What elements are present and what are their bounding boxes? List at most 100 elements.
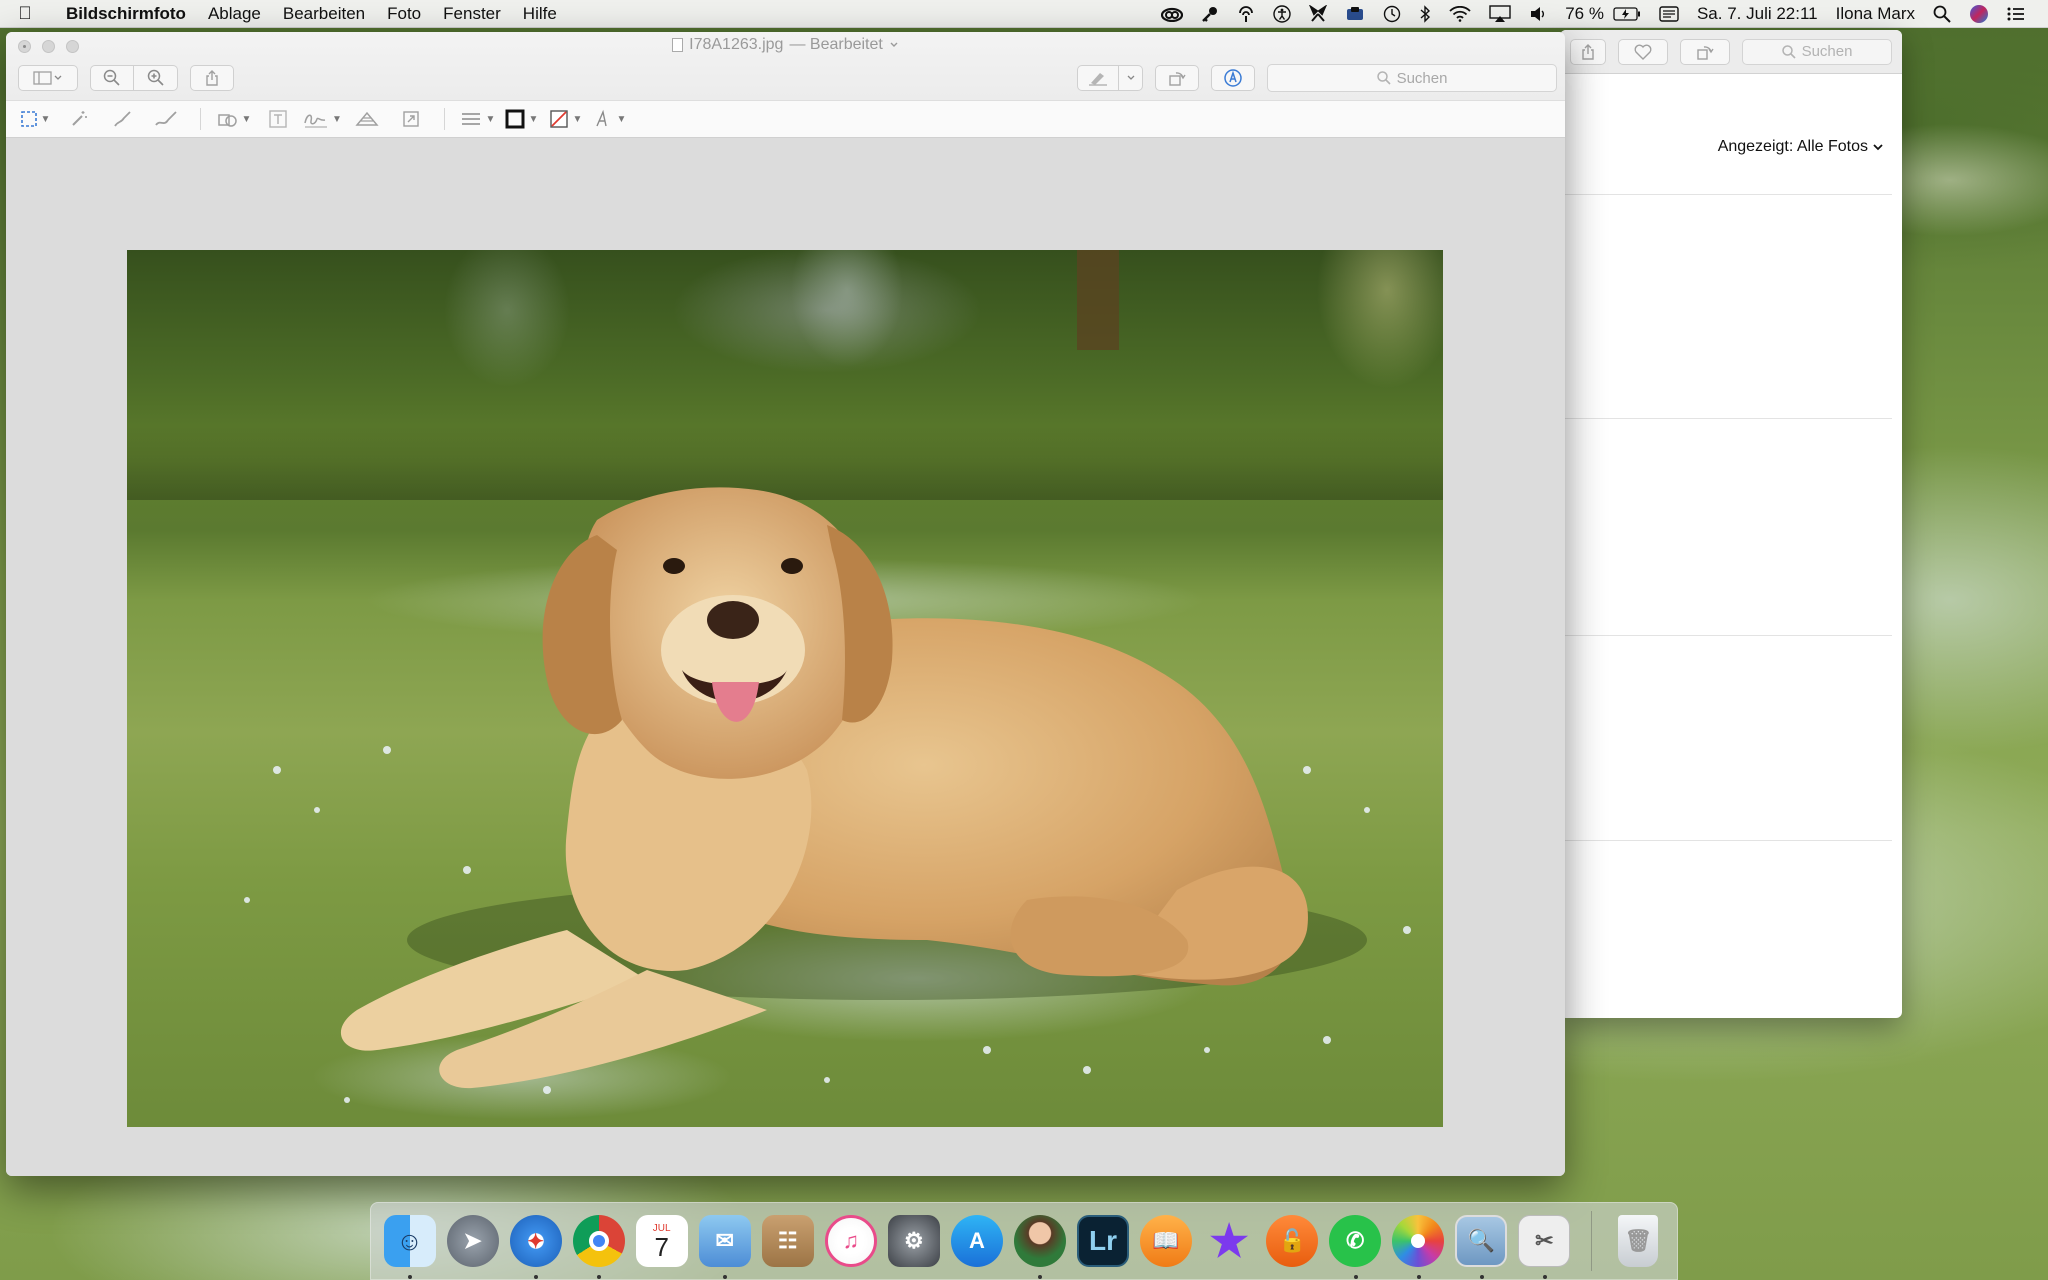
photos-rotate-button[interactable] (1680, 38, 1730, 65)
shape-style-tool[interactable]: ▼ (459, 104, 497, 134)
adjust-color-icon (355, 111, 379, 126)
dock-chrome[interactable] (570, 1212, 627, 1279)
dock-imovie[interactable]: ★ (1201, 1212, 1258, 1270)
toolbar-divider (443, 108, 445, 130)
running-indicator (1416, 1275, 1421, 1279)
gear-puzzle-icon[interactable] (1300, 4, 1336, 23)
dog-photo[interactable] (127, 250, 1443, 1127)
font-style-icon (596, 109, 608, 127)
wifi-icon[interactable] (1440, 5, 1480, 22)
menubar-user-name[interactable]: Ilona Marx (1827, 4, 1924, 24)
dock-app-store[interactable]: A (948, 1212, 1005, 1270)
time-machine-icon[interactable] (1374, 5, 1410, 23)
fill-color-tool[interactable]: ▼ (547, 104, 585, 134)
menu-ablage[interactable]: Ablage (197, 4, 272, 24)
sign-tool[interactable]: ▼ (303, 104, 342, 134)
bluetooth-icon[interactable] (1410, 4, 1440, 23)
menubar-clock[interactable]: Sa. 7. Juli 22:11 (1688, 4, 1827, 24)
preview-window: I78A1263.jpg — Bearbeitet Suchen ▼ ▼ ▼ ▼… (6, 32, 1565, 1176)
zoom-in-button[interactable] (134, 65, 178, 91)
creative-cloud-icon[interactable] (1152, 6, 1192, 22)
sketch-tool[interactable] (104, 104, 142, 134)
text-style-tool[interactable]: ▼ (591, 104, 629, 134)
photos-share-button[interactable] (1570, 38, 1606, 65)
chevron-down-icon (1127, 75, 1134, 80)
battery-icon[interactable] (1613, 6, 1650, 21)
menu-app-name[interactable]: Bildschirmfoto (50, 4, 197, 24)
dock-launchpad[interactable]: ➤ (444, 1212, 501, 1270)
volume-icon[interactable] (1520, 6, 1556, 22)
photos-favorite-button[interactable] (1618, 38, 1668, 65)
accessibility-icon[interactable] (1264, 4, 1300, 23)
window-title[interactable]: I78A1263.jpg — Bearbeitet (6, 36, 1565, 54)
selection-tool[interactable]: ▼ (16, 104, 54, 134)
instant-alpha-tool[interactable] (60, 104, 98, 134)
notification-center-icon[interactable] (1998, 6, 2034, 22)
dock-trash[interactable]: 🗑 (1610, 1212, 1667, 1270)
photos-filter-dropdown[interactable]: Angezeigt: Alle Fotos (1718, 138, 1884, 156)
dock-whatsapp[interactable]: ✆ (1327, 1212, 1384, 1279)
photos-search-field[interactable]: Suchen (1742, 38, 1892, 65)
dock-screenshot[interactable]: ✂ (1516, 1212, 1573, 1279)
heart-icon (1634, 44, 1652, 60)
markup-toolbar-button[interactable] (1211, 65, 1255, 91)
dock-safari[interactable]: ✦ (507, 1212, 564, 1279)
dock-lightroom[interactable]: Lr (1075, 1212, 1132, 1270)
menu-foto[interactable]: Foto (376, 4, 432, 24)
chevron-down-icon (890, 42, 898, 47)
dock-mail[interactable]: ✉ (696, 1212, 753, 1279)
dock-contacts[interactable]: ☷ (759, 1212, 816, 1270)
airport-utility-icon[interactable] (1228, 5, 1264, 23)
apple-menu-icon[interactable]:  (0, 3, 50, 24)
chevron-down-icon: ▼ (40, 113, 51, 125)
border-color-tool[interactable]: ▼ (503, 104, 541, 134)
siri-icon[interactable] (1960, 4, 1998, 24)
app-store-icon: A (950, 1215, 1003, 1267)
preview-search-field[interactable]: Suchen (1267, 64, 1557, 92)
airplay-icon[interactable] (1480, 4, 1520, 23)
search-icon (1376, 71, 1391, 85)
vpn-shield-icon[interactable] (1336, 5, 1374, 23)
input-source-icon[interactable] (1650, 5, 1688, 22)
chevron-down-icon: ▼ (332, 113, 342, 125)
dock-ibooks[interactable]: 📖 (1138, 1212, 1195, 1270)
highlight-menu-button[interactable] (1119, 65, 1143, 91)
menu-bar:  Bildschirmfoto Ablage Bearbeiten Foto … (0, 0, 2048, 28)
dock-photos[interactable] (1390, 1212, 1447, 1279)
highlight-button[interactable] (1077, 65, 1119, 91)
menu-hilfe[interactable]: Hilfe (512, 4, 568, 24)
battery-percentage[interactable]: 76 % (1556, 4, 1613, 24)
draw-tool[interactable] (148, 104, 186, 134)
key-icon[interactable] (1192, 5, 1228, 23)
border-color-swatch-icon (505, 109, 525, 129)
zoom-out-button[interactable] (90, 65, 134, 91)
menu-bearbeiten[interactable]: Bearbeiten (272, 4, 376, 24)
dock-finder[interactable]: ☺ (381, 1212, 438, 1279)
star-icon: ★ (1209, 1216, 1249, 1266)
document-filename: I78A1263.jpg (689, 36, 784, 53)
compass-icon: ✦ (509, 1215, 562, 1267)
dock-preview[interactable]: 🔍 (1453, 1212, 1510, 1279)
share-button[interactable] (190, 65, 234, 91)
dock-calendar[interactable]: JUL 7 (633, 1212, 690, 1270)
dock-vpn[interactable]: 🔓 (1264, 1212, 1321, 1270)
sidebar-view-button[interactable] (18, 65, 78, 91)
shapes-icon (217, 114, 237, 127)
shapes-tool[interactable]: ▼ (215, 104, 253, 134)
running-indicator (723, 1275, 728, 1279)
dock-system-preferences[interactable]: ⚙ (885, 1212, 942, 1270)
lightroom-icon: Lr (1077, 1215, 1130, 1267)
share-icon (1582, 43, 1594, 60)
dock-avatar-app[interactable] (1011, 1212, 1068, 1279)
dock-itunes[interactable]: ♫ (822, 1212, 879, 1270)
adjust-size-tool[interactable] (392, 104, 430, 134)
spotlight-search-icon[interactable] (1924, 5, 1960, 23)
menu-fenster[interactable]: Fenster (432, 4, 512, 24)
rotate-button[interactable] (1155, 65, 1199, 91)
rectangular-selection-icon (20, 111, 37, 127)
fill-color-swatch-icon (550, 110, 569, 128)
adjust-color-tool[interactable] (348, 104, 386, 134)
running-indicator (1479, 1275, 1484, 1279)
text-tool[interactable] (259, 104, 297, 134)
image-canvas[interactable] (6, 138, 1565, 1176)
